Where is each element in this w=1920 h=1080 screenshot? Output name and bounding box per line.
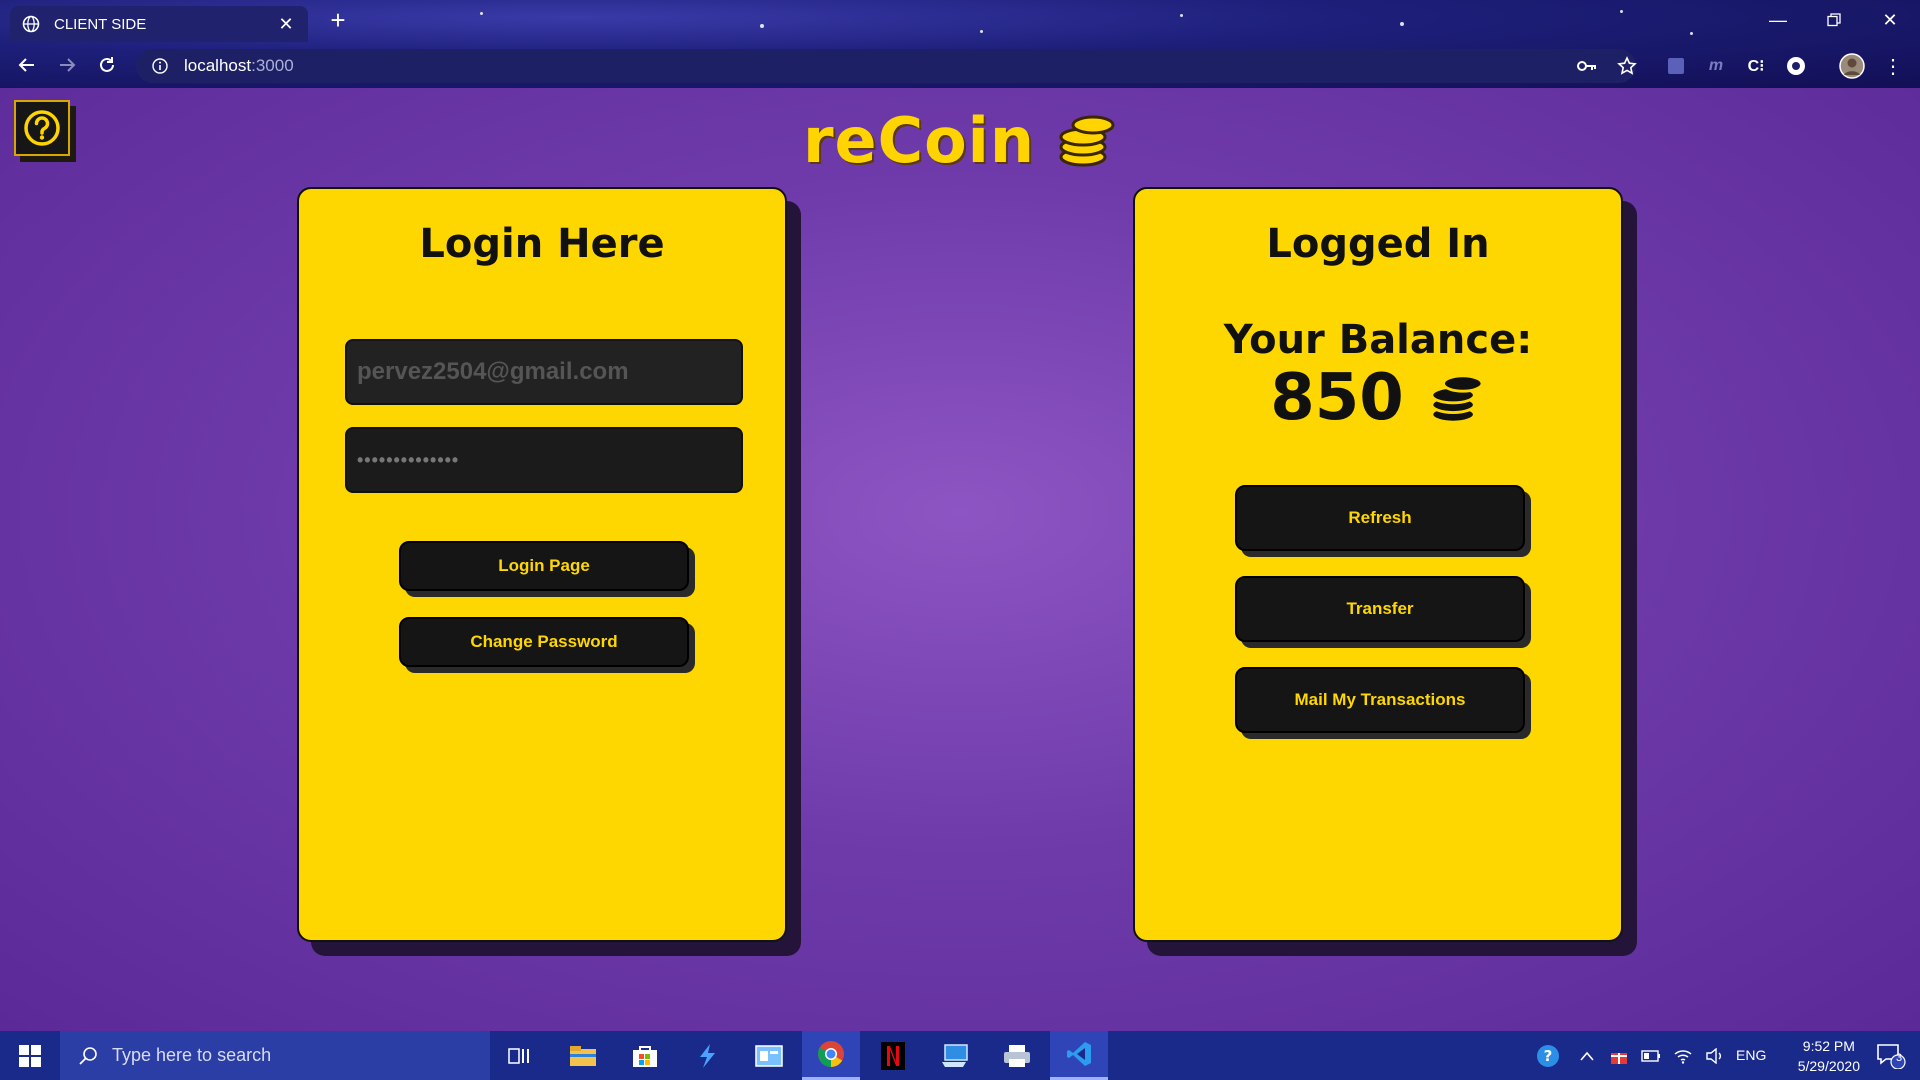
close-tab-icon[interactable]: ✕ <box>276 14 296 34</box>
restore-icon[interactable] <box>1816 6 1852 34</box>
vscode-icon[interactable] <box>1050 1031 1108 1080</box>
login-heading: Login Here <box>419 221 665 267</box>
taskbar-search[interactable]: Type here to search <box>60 1031 490 1080</box>
windows-icon <box>19 1044 41 1067</box>
password-field[interactable]: •••••••••••••• <box>345 427 743 493</box>
reload-icon[interactable] <box>92 50 122 80</box>
coins-icon <box>1430 374 1484 424</box>
transfer-button[interactable]: Transfer <box>1235 576 1525 642</box>
email-field[interactable]: pervez2504@gmail.com <box>345 339 743 405</box>
minimize-icon[interactable]: — <box>1760 6 1796 34</box>
close-window-icon[interactable]: ✕ <box>1872 6 1908 34</box>
profile-avatar[interactable] <box>1839 53 1865 79</box>
clock-time: 9:52 PM <box>1802 1038 1855 1054</box>
netflix-icon[interactable] <box>864 1031 922 1080</box>
extension-circle-icon[interactable] <box>1783 53 1809 79</box>
url-host: localhost <box>184 56 252 75</box>
app-page: reCoin Login Here pervez2504@gmail.com •… <box>0 88 1920 1031</box>
power-automate-icon[interactable] <box>678 1031 736 1080</box>
brand-header: reCoin <box>0 100 1920 180</box>
tab-title: CLIENT SIDE <box>54 15 147 33</box>
start-button[interactable] <box>0 1031 60 1080</box>
control-panel-icon[interactable] <box>740 1031 798 1080</box>
mail-transactions-button[interactable]: Mail My Transactions <box>1235 667 1525 733</box>
browser-tab[interactable]: CLIENT SIDE ✕ <box>10 6 308 42</box>
balance-label: Your Balance: <box>1223 317 1533 363</box>
clock-date: 5/29/2020 <box>1797 1058 1860 1074</box>
help-tray-icon[interactable]: ? <box>1528 1031 1568 1080</box>
extension-square-icon[interactable] <box>1663 53 1689 79</box>
extension-c-icon[interactable]: C⁝ <box>1743 53 1769 79</box>
svg-text:?: ? <box>1544 1047 1553 1065</box>
address-bar[interactable]: localhost:3000 <box>136 49 1636 83</box>
new-tab-icon[interactable]: + <box>326 5 350 35</box>
search-placeholder: Type here to search <box>112 1045 272 1065</box>
login-page-button[interactable]: Login Page <box>399 541 689 591</box>
login-card: Login Here pervez2504@gmail.com ••••••••… <box>297 187 787 942</box>
menu-dots-icon[interactable]: ⋮ <box>1880 53 1906 79</box>
printer-icon[interactable] <box>988 1031 1046 1080</box>
url-port: :3000 <box>251 56 294 75</box>
clock[interactable]: 9:52 PM 5/29/2020 <box>1798 1036 1860 1076</box>
file-explorer-icon[interactable] <box>554 1031 612 1080</box>
chevron-up-icon[interactable] <box>1572 1031 1602 1080</box>
back-icon[interactable] <box>12 50 42 80</box>
task-view-icon[interactable] <box>490 1031 548 1080</box>
notifications-icon[interactable]: 3 <box>1862 1031 1920 1080</box>
account-card: Logged In Your Balance: 850 Refresh Tran… <box>1133 187 1623 942</box>
account-heading: Logged In <box>1266 221 1490 267</box>
key-icon[interactable] <box>1574 53 1600 79</box>
remote-desktop-icon[interactable] <box>926 1031 984 1080</box>
coins-icon <box>1059 115 1115 167</box>
balance-value: 850 <box>1270 361 1404 435</box>
balance-row: 850 <box>1135 361 1621 435</box>
battery-icon[interactable] <box>1636 1031 1666 1080</box>
windows-taskbar: Type here to search ? ENG 9:52 PM 5/29/2… <box>0 1031 1920 1080</box>
browser-toolbar: localhost:3000 m C⁝ ⋮ <box>0 44 1920 88</box>
store-icon[interactable] <box>616 1031 674 1080</box>
globe-icon <box>22 15 40 33</box>
search-icon <box>79 1046 97 1065</box>
extension-m-icon[interactable]: m <box>1703 53 1729 79</box>
wifi-icon[interactable] <box>1668 1031 1698 1080</box>
star-bookmark-icon[interactable] <box>1614 53 1640 79</box>
language-indicator[interactable]: ENG <box>1736 1047 1766 1063</box>
forward-icon[interactable] <box>52 50 82 80</box>
notification-count: 3 <box>1896 1052 1903 1064</box>
change-password-button[interactable]: Change Password <box>399 617 689 667</box>
chrome-icon[interactable] <box>802 1031 860 1080</box>
volume-icon[interactable] <box>1700 1031 1730 1080</box>
refresh-button[interactable]: Refresh <box>1235 485 1525 551</box>
gift-icon[interactable] <box>1604 1031 1634 1080</box>
brand-name: reCoin <box>802 103 1036 177</box>
browser-chrome: CLIENT SIDE ✕ + — ✕ localhost:3000 m C⁝… <box>0 0 1920 88</box>
info-icon[interactable] <box>150 56 170 76</box>
